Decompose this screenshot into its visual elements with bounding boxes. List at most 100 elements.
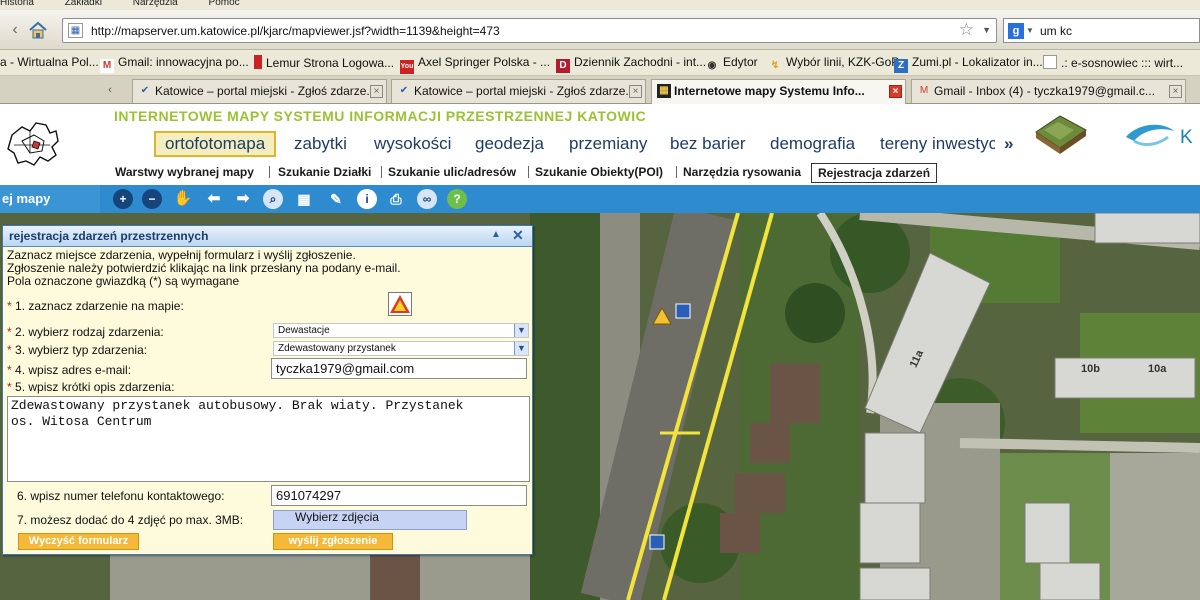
zoom-in-icon[interactable]: + <box>113 189 133 209</box>
event-type-select[interactable]: Zdewastowany przystanek ▼ <box>273 341 529 356</box>
tab-portal-1[interactable]: ✔ Katowice – portal miejski - Zgłoś zdarz… <box>132 79 387 103</box>
clear-form-button[interactable]: Wyczyść formularz <box>18 533 139 550</box>
tab-gmail[interactable]: M Gmail - Inbox (4) - tyczka1979@gmail.c.… <box>911 79 1186 103</box>
menu-pomoc[interactable]: Pomoc <box>209 0 240 8</box>
terrain-3d-icon[interactable] <box>1030 108 1090 156</box>
layer-tab-geodezja[interactable]: geodezja <box>475 131 544 157</box>
eraser-icon[interactable]: ✎ <box>326 189 346 209</box>
tab-portal-2[interactable]: ✔ Katowice – portal miejski - Zgłoś zdarz… <box>391 79 646 103</box>
send-report-button[interactable]: wyślij zgłoszenie <box>273 533 393 550</box>
zoom-out-icon[interactable]: − <box>142 189 162 209</box>
layer-tab-zabytki[interactable]: zabytki <box>294 131 347 157</box>
collapse-icon[interactable]: ▲ <box>491 229 501 240</box>
tab-scroll-left-icon[interactable]: ‹ <box>103 81 117 99</box>
tab-close-icon[interactable]: × <box>629 85 642 98</box>
browser-menubar: Historia Zakładki Narzędzia Pomoc <box>0 0 1200 10</box>
browser-tab-strip: ‹ ✔ Katowice – portal miejski - Zgłoś zda… <box>0 76 1200 104</box>
tab-separator <box>269 166 270 178</box>
tab-close-icon[interactable]: × <box>1169 85 1182 98</box>
step6-label: 6. wpisz numer telefonu kontaktowego: <box>17 489 225 503</box>
chevron-down-icon[interactable]: ▼ <box>514 342 528 355</box>
search-engine-dropdown-icon[interactable]: ▼ <box>1026 26 1034 35</box>
address-dropdown-icon[interactable]: ▼ <box>982 25 991 35</box>
katowice-logo: K <box>1118 113 1200 157</box>
chevron-down-icon[interactable]: ▼ <box>514 324 528 337</box>
layer-tab-bez-barier[interactable]: bez barier <box>670 131 746 157</box>
bookmark-kzk[interactable]: ↯ Wybór linii, KZK-GoP <box>768 55 899 73</box>
address-bar[interactable]: ▦ http://mapserver.um.katowice.pl/kjarc/… <box>62 18 997 43</box>
back-icon[interactable]: ‹ <box>4 19 26 41</box>
bookmarks-toolbar: a - Wirtualna Pol... M Gmail: innowacyjna… <box>0 50 1200 76</box>
event-registration-panel: rejestracja zdarzeń przestrzennych ▲ ✕ Z… <box>2 225 533 555</box>
step3-label: * 3. wybierz typ zdarzenia: <box>7 343 148 357</box>
description-textarea[interactable]: Zdewastowany przystanek autobusowy. Brak… <box>7 396 530 482</box>
layer-tab-demografia[interactable]: demografia <box>770 131 855 157</box>
function-tabs: Warstwy wybranej mapy Szukanie Działki S… <box>104 161 1200 183</box>
menu-historia[interactable]: Historia <box>0 0 34 8</box>
app-title: INTERNETOWE MAPY SYSTEMU INFORMACJI PRZE… <box>114 108 647 124</box>
tab-mapy-active[interactable]: ▦ Internetowe mapy Systemu Info... × <box>651 79 906 104</box>
bookmark-dziennik[interactable]: D Dziennik Zachodni - int... <box>556 55 706 73</box>
pan-hand-icon[interactable]: ✋ <box>173 189 193 209</box>
home-icon[interactable] <box>27 19 49 41</box>
tab-close-icon[interactable]: × <box>370 85 383 98</box>
panel-title: rejestracja zdarzeń przestrzennych <box>9 229 209 243</box>
mark-event-button[interactable] <box>388 292 412 316</box>
help-icon[interactable]: ? <box>447 189 467 209</box>
tab-close-icon[interactable]: × <box>889 85 902 98</box>
layer-tab-ortofotomapa[interactable]: ortofotomapa <box>154 131 277 157</box>
menu-narzedzia[interactable]: Narzędzia <box>133 0 178 8</box>
tab-szukanie-ulic[interactable]: Szukanie ulic/adresów <box>382 163 522 183</box>
bookmark-axel[interactable]: You Axel Springer Polska - ... <box>400 55 550 74</box>
building-label: 10b <box>1081 363 1100 375</box>
panel-intro: Zaznacz miejsce zdarzenia, wypełnij form… <box>7 248 401 288</box>
step4-label: * 4. wpisz adres e-mail: <box>7 363 132 377</box>
bookmark-edytor[interactable]: ◉ Edytor <box>705 55 758 73</box>
link-icon[interactable]: ∞ <box>417 189 437 209</box>
map-toolbar: ej mapy + − ✋ ⬅ ➡ ⌕ ▦ ✎ i ⎙ ∞ ? <box>0 185 1200 213</box>
gmail-icon: M <box>100 59 114 73</box>
next-view-icon[interactable]: ➡ <box>233 189 253 209</box>
measure-icon[interactable]: ▦ <box>294 189 314 209</box>
tab-szukanie-poi[interactable]: Szukanie Obiekty(POI) <box>529 163 669 183</box>
print-icon[interactable]: ⎙ <box>386 189 406 209</box>
bookmark-star-icon[interactable]: ☆ <box>959 20 974 40</box>
search-query[interactable]: um kc <box>1040 24 1072 38</box>
choose-photos-button[interactable]: Wybierz zdjęcia <box>273 510 467 530</box>
step7-label: 7. możesz dodać do 4 zdjęć po max. 3MB: <box>17 513 244 527</box>
tab-rejestracja-zdarzen[interactable]: Rejestracja zdarzeń <box>811 163 938 183</box>
layer-tab-wysokosci[interactable]: wysokości <box>374 131 451 157</box>
tab-narzedzia-rysowania[interactable]: Narzędzia rysowania <box>677 163 807 183</box>
identify-icon[interactable]: ⌕ <box>263 189 283 209</box>
email-field[interactable]: tyczka1979@gmail.com <box>271 358 527 379</box>
layer-tabs-next-icon[interactable]: » <box>1004 131 1013 157</box>
previous-view-icon[interactable]: ⬅ <box>204 189 224 209</box>
panel-titlebar[interactable]: rejestracja zdarzeń przestrzennych ▲ ✕ <box>3 226 532 247</box>
bookmark-sosnowiec[interactable]: .: e-sosnowiec ::: wirt... <box>1043 55 1183 70</box>
bookmark-zumi[interactable]: Z Zumi.pl - Lokalizator in... <box>894 55 1043 73</box>
address-url[interactable]: http://mapserver.um.katowice.pl/kjarc/ma… <box>91 24 500 38</box>
sidebar-header-label[interactable]: ej mapy <box>0 185 100 213</box>
portal-favicon: ✔ <box>140 85 150 96</box>
bookmark-lemur[interactable]: Lemur Strona Logowa... <box>254 55 394 70</box>
logo-letter: K <box>1180 127 1193 148</box>
layer-tab-tereny[interactable]: tereny inwestyc <box>880 131 995 157</box>
menu-zakladki[interactable]: Zakładki <box>65 0 102 8</box>
layer-tab-przemiany[interactable]: przemiany <box>569 131 647 157</box>
navigation-toolbar: ‹ ▦ http://mapserver.um.katowice.pl/kjar… <box>0 10 1200 50</box>
info-icon[interactable]: i <box>357 189 377 209</box>
event-kind-select[interactable]: Dewastacje ▼ <box>273 323 529 338</box>
tab-szukanie-dzialki[interactable]: Szukanie Działki <box>272 163 377 183</box>
search-box[interactable]: g ▼ um kc <box>1003 18 1200 43</box>
lemur-icon <box>254 55 262 69</box>
portal-favicon: ✔ <box>399 85 409 96</box>
tab-warstwy[interactable]: Warstwy wybranej mapy <box>109 163 260 183</box>
close-icon[interactable]: ✕ <box>512 227 524 244</box>
google-search-icon[interactable]: g <box>1008 23 1024 39</box>
step2-label: * 2. wybierz rodzaj zdarzenia: <box>7 325 164 339</box>
site-favicon: ▦ <box>68 23 83 38</box>
bookmark-wp[interactable]: a - Wirtualna Pol... <box>0 55 99 69</box>
step1-label: * 1. zaznacz zdarzenie na mapie: <box>7 299 184 313</box>
phone-field[interactable]: 691074297 <box>271 485 527 506</box>
bookmark-gmail[interactable]: M Gmail: innowacyjna po... <box>100 55 249 73</box>
